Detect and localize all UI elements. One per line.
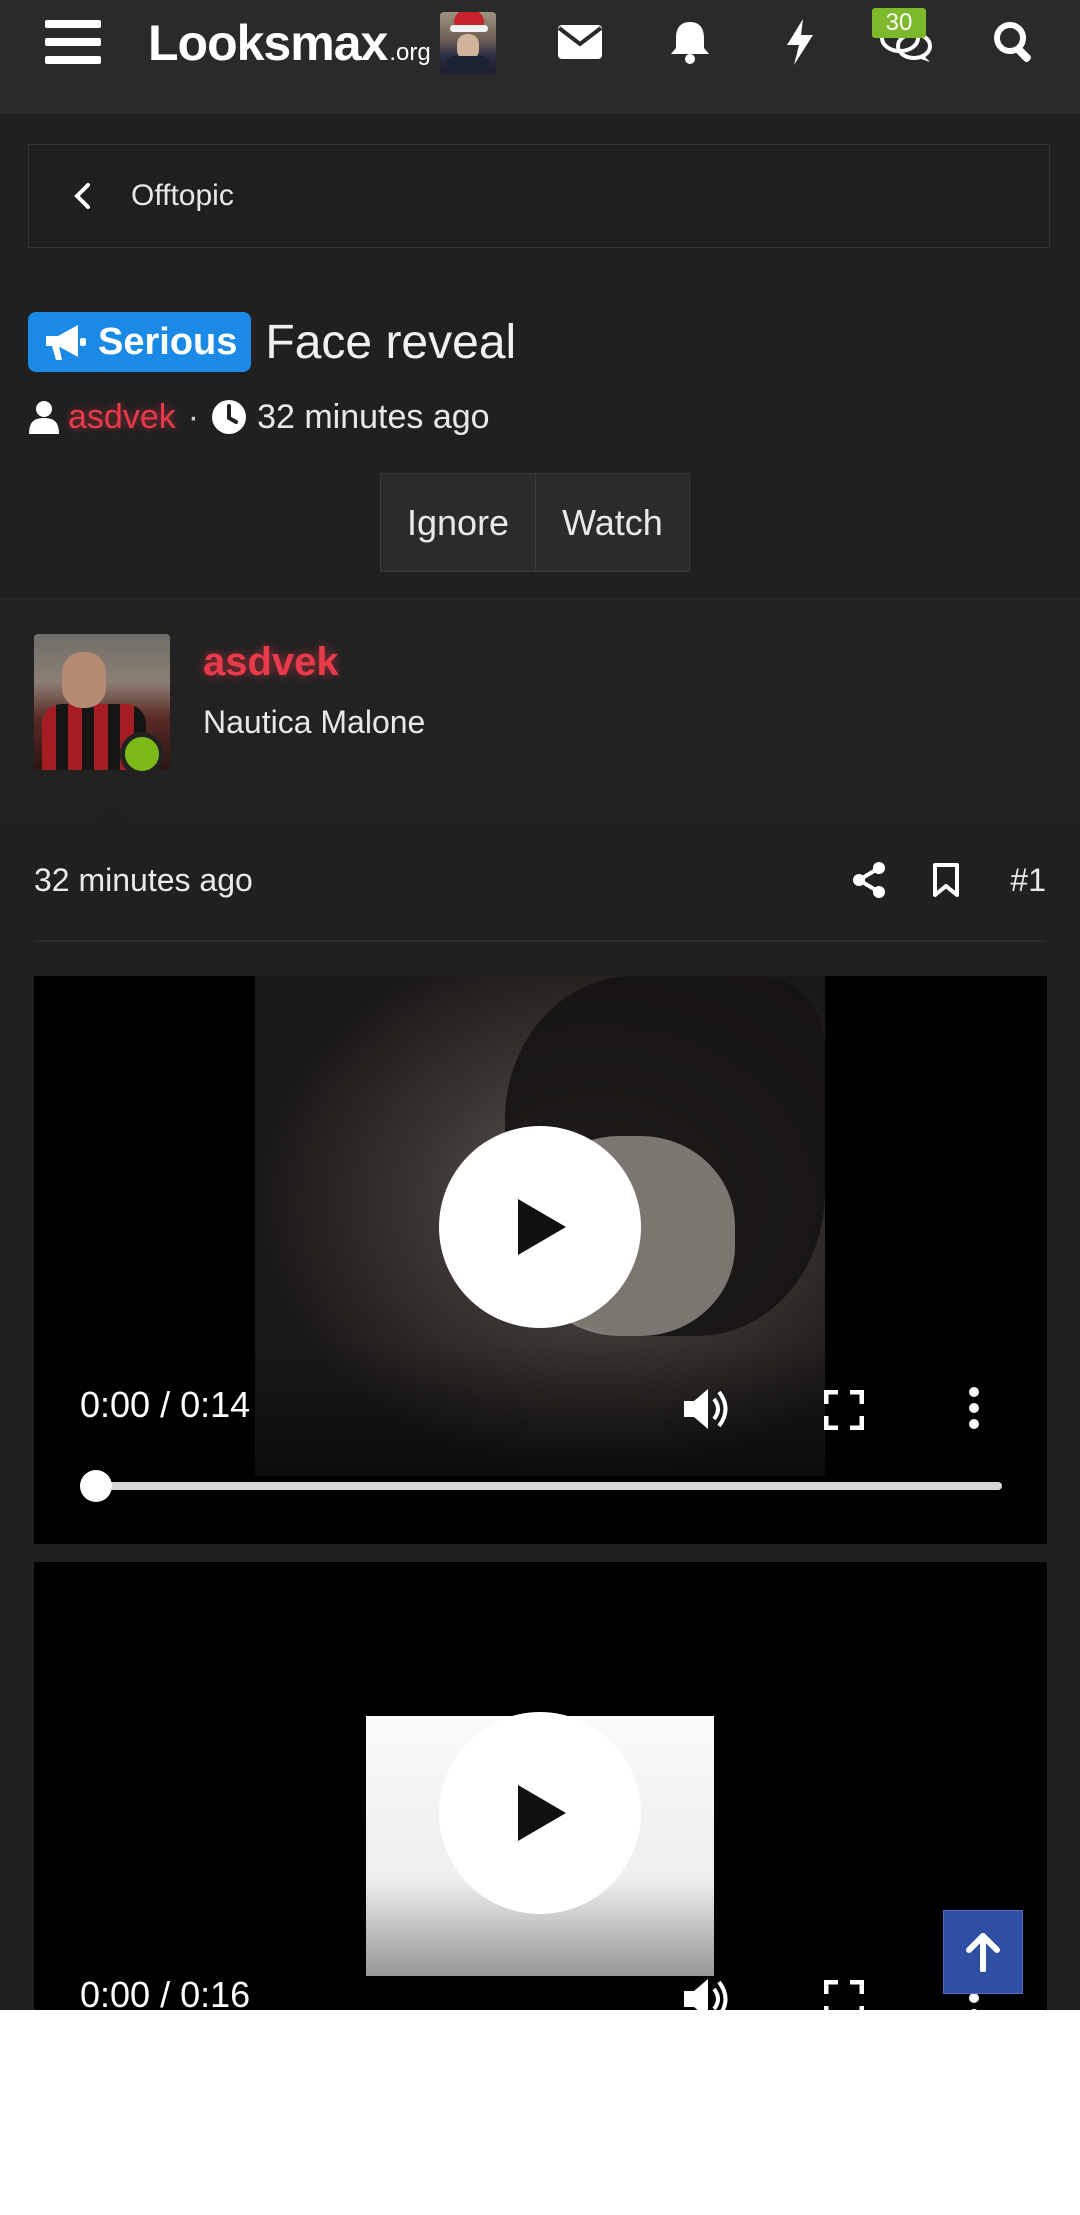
chevron-left-icon — [73, 182, 109, 210]
video-time: 0:00 / 0:16 — [80, 1974, 251, 2010]
site-logo[interactable]: Looksmax .org — [148, 14, 431, 74]
play-icon — [518, 1199, 566, 1255]
online-status-indicator — [120, 732, 164, 776]
fullscreen-icon[interactable] — [823, 1979, 865, 2010]
share-icon[interactable] — [852, 862, 886, 903]
breadcrumb[interactable]: Offtopic — [28, 144, 1050, 248]
clock-icon — [212, 400, 247, 434]
breadcrumb-label: Offtopic — [131, 179, 234, 212]
account-avatar[interactable] — [440, 12, 496, 74]
user-icon — [29, 401, 59, 434]
user-strip-pointer — [82, 796, 138, 824]
arrow-up-icon — [966, 1933, 1000, 1972]
post-author-title: Nautica Malone — [203, 704, 426, 740]
conversations-count-badge: 30 — [872, 8, 926, 38]
thread-author-link[interactable]: asdvek — [68, 398, 176, 437]
logo-text: Looksmax — [148, 15, 388, 71]
thread-title-row: Serious Face reveal — [28, 310, 516, 374]
app: Looksmax .org 30 Offtopic Serious Face r… — [0, 0, 1080, 2010]
ignore-button[interactable]: Ignore — [381, 474, 535, 571]
megaphone-icon — [46, 325, 86, 360]
play-button[interactable] — [439, 1126, 641, 1328]
volume-icon[interactable] — [682, 1976, 732, 2010]
thread-title: Face reveal — [265, 315, 517, 369]
blank-area — [0, 2010, 1080, 2215]
envelope-icon[interactable] — [552, 0, 608, 84]
post-number[interactable]: #1 — [1010, 862, 1046, 899]
fullscreen-icon[interactable] — [823, 1389, 865, 1435]
thread-time[interactable]: 32 minutes ago — [257, 398, 490, 437]
watch-button[interactable]: Watch — [535, 474, 689, 571]
volume-icon[interactable] — [682, 1386, 732, 1437]
post-user-strip — [0, 600, 1080, 824]
play-icon — [518, 1785, 566, 1841]
more-options-icon[interactable] — [968, 1386, 980, 1435]
video-controls-shade — [34, 1344, 1047, 1544]
scroll-to-top-button[interactable] — [943, 1910, 1023, 1994]
post-meta-row: 32 minutes ago #1 — [34, 858, 1046, 906]
post-time[interactable]: 32 minutes ago — [34, 862, 253, 899]
thread-prefix-badge[interactable]: Serious — [28, 312, 252, 372]
lightning-icon[interactable] — [772, 0, 828, 84]
bookmark-icon[interactable] — [932, 862, 960, 903]
search-icon[interactable] — [986, 0, 1042, 84]
play-button[interactable] — [439, 1712, 641, 1914]
post-author-name[interactable]: asdvek — [203, 640, 339, 685]
divider — [34, 940, 1046, 942]
logo-suffix: .org — [389, 39, 431, 66]
thread-meta: asdvek · 32 minutes ago — [28, 392, 490, 442]
video-player[interactable]: 0:00 / 0:14 — [34, 976, 1047, 1544]
thread-action-buttons: Ignore Watch — [380, 473, 690, 572]
top-navigation-bar: Looksmax .org 30 — [0, 0, 1080, 114]
menu-icon[interactable] — [30, 0, 116, 84]
video-time: 0:00 / 0:14 — [80, 1384, 251, 1425]
video-progress-track[interactable] — [94, 1482, 1002, 1490]
bell-icon[interactable] — [662, 0, 718, 84]
meta-separator: · — [187, 397, 200, 436]
thread-prefix-label: Serious — [98, 320, 238, 363]
video-player[interactable]: 0:00 / 0:16 — [34, 1562, 1047, 2010]
video-progress-thumb[interactable] — [80, 1470, 112, 1502]
